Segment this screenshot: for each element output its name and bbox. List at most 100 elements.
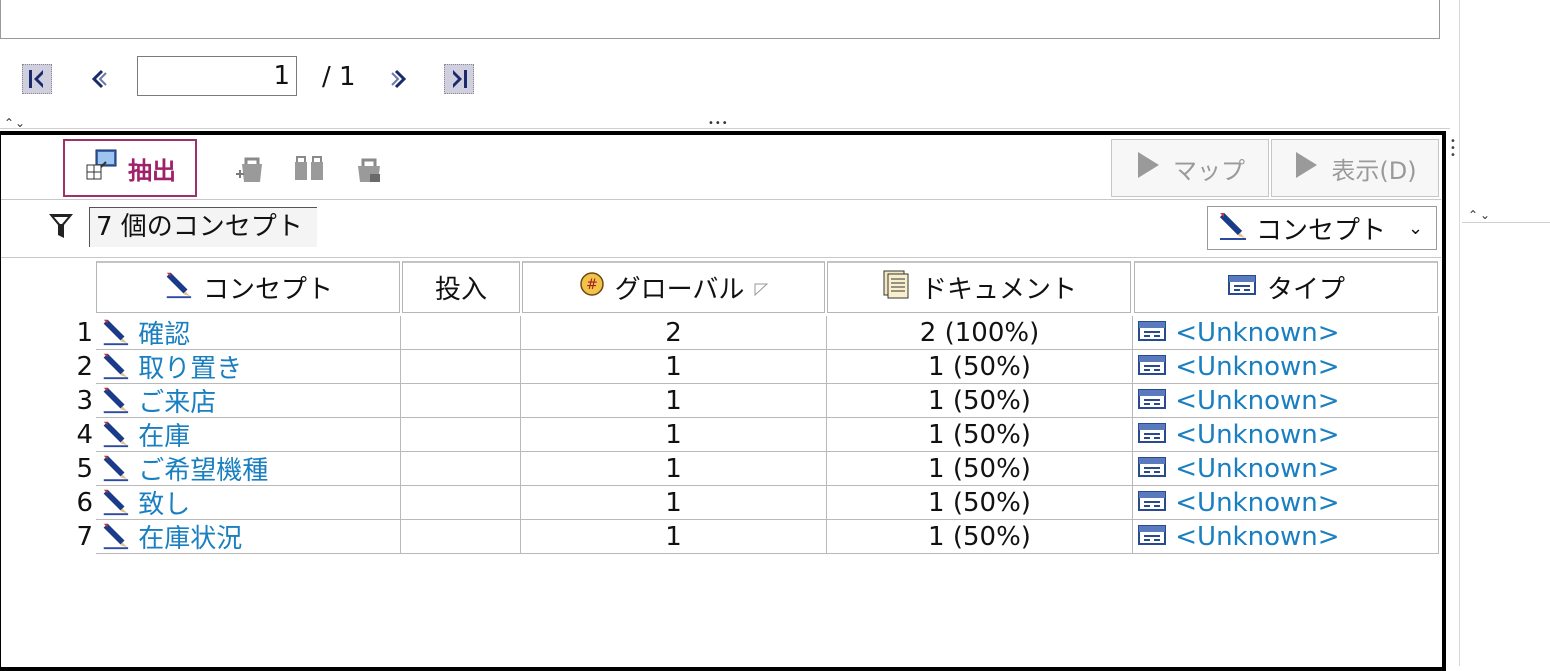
column-header-document[interactable]: ドキュメント — [827, 261, 1131, 313]
table-row[interactable]: 6 致し 1 1 (50%) <Unknown> — [1, 486, 1441, 520]
bucket-add-icon[interactable] — [233, 151, 269, 187]
column-header-input[interactable]: 投入 — [402, 261, 520, 313]
concept-cell[interactable]: 在庫 — [96, 418, 401, 452]
global-count-cell: 2 — [521, 316, 827, 350]
type-cell[interactable]: <Unknown> — [1133, 350, 1439, 384]
row-index: 4 — [76, 420, 93, 450]
collapse-expand-arrows-icon[interactable]: ⌃⌄ — [1468, 208, 1492, 222]
concept-link[interactable]: ご来店 — [138, 388, 216, 418]
document-count-cell: 1 (50%) — [827, 520, 1133, 554]
table-row[interactable]: 5 ご希望機種 1 1 (50%) <Unknown> — [1, 452, 1441, 486]
concept-link[interactable]: 確認 — [138, 320, 190, 350]
type-cell[interactable]: <Unknown> — [1133, 384, 1439, 418]
row-index: 3 — [76, 386, 93, 416]
rail-divider — [1462, 222, 1550, 223]
row-index: 7 — [76, 522, 93, 552]
document-count-cell: 1 (50%) — [827, 384, 1133, 418]
show-label: 表示(D) — [1331, 156, 1417, 185]
column-header-label: グローバル — [614, 275, 745, 305]
row-index: 1 — [76, 318, 93, 348]
results-pane-top — [0, 0, 1440, 39]
column-header-label: 投入 — [434, 275, 487, 305]
view-select-label: コンセプト — [1256, 215, 1387, 246]
page-number-input[interactable]: 1 — [137, 56, 297, 96]
column-header-label: コンセプト — [202, 275, 333, 305]
type-icon — [1137, 317, 1167, 351]
filter-bar: 7 個のコンセプト コンセプト ⌄ — [1, 199, 1441, 258]
concept-link[interactable]: 在庫状況 — [138, 524, 242, 554]
row-index: 2 — [76, 352, 93, 382]
filter-icon[interactable] — [47, 211, 75, 245]
column-header-label: ドキュメント — [920, 275, 1077, 305]
bucket-merge-icon[interactable] — [291, 151, 327, 187]
table-row[interactable]: 7 在庫状況 1 1 (50%) <Unknown> — [1, 520, 1441, 554]
pencil-icon — [163, 269, 193, 306]
map-button[interactable]: マップ — [1111, 139, 1269, 197]
table-row[interactable]: 2 取り置き 1 1 (50%) <Unknown> — [1, 350, 1441, 384]
splitter[interactable] — [0, 128, 1450, 129]
concept-cell[interactable]: ご希望機種 — [96, 452, 401, 486]
global-count-cell: 1 — [521, 418, 827, 452]
concept-link[interactable]: 致し — [138, 490, 190, 520]
play-icon — [1293, 150, 1319, 186]
document-count-cell: 1 (50%) — [827, 418, 1133, 452]
next-page-icon[interactable] — [384, 64, 414, 94]
type-icon — [1137, 419, 1167, 453]
row-index: 6 — [76, 488, 93, 518]
type-link[interactable]: <Unknown> — [1175, 386, 1339, 416]
table-row[interactable]: 4 在庫 1 1 (50%) <Unknown> — [1, 418, 1441, 452]
concept-cell[interactable]: 在庫状況 — [96, 520, 401, 554]
input-cell — [401, 486, 521, 520]
type-link[interactable]: <Unknown> — [1175, 420, 1339, 450]
last-page-icon[interactable] — [444, 64, 474, 94]
concept-link[interactable]: 取り置き — [138, 354, 242, 384]
input-cell — [401, 384, 521, 418]
type-link[interactable]: <Unknown> — [1175, 522, 1339, 552]
type-link[interactable]: <Unknown> — [1175, 352, 1339, 382]
type-cell[interactable]: <Unknown> — [1133, 486, 1439, 520]
type-link[interactable]: <Unknown> — [1175, 454, 1339, 484]
input-cell — [401, 316, 521, 350]
view-select-dropdown[interactable]: コンセプト ⌄ — [1207, 206, 1437, 250]
pencil-icon — [1216, 209, 1248, 248]
concept-cell[interactable]: 確認 — [96, 316, 401, 350]
type-icon — [1227, 273, 1257, 303]
row-index: 5 — [76, 454, 93, 484]
input-cell — [401, 418, 521, 452]
table-row[interactable]: 1 確認 2 2 (100%) <Unknown> — [1, 316, 1441, 350]
hash-icon: # — [579, 271, 605, 304]
table-row[interactable]: 3 ご来店 1 1 (50%) <Unknown> — [1, 384, 1441, 418]
type-icon — [1137, 521, 1167, 555]
concept-link[interactable]: ご希望機種 — [138, 456, 268, 486]
pencil-icon — [100, 520, 130, 559]
first-page-icon[interactable] — [22, 64, 52, 94]
input-cell — [401, 350, 521, 384]
document-count-cell: 1 (50%) — [827, 350, 1133, 384]
column-header-concept[interactable]: コンセプト — [96, 261, 400, 313]
vertical-grip-icon[interactable]: • • • — [1450, 137, 1456, 161]
bucket-lock-icon[interactable] — [351, 151, 387, 187]
type-icon — [1137, 385, 1167, 419]
extract-label: 抽出 — [128, 156, 176, 185]
concept-cell[interactable]: ご来店 — [96, 384, 401, 418]
type-link[interactable]: <Unknown> — [1175, 318, 1339, 348]
type-icon — [1137, 453, 1167, 487]
pager: 1 / 1 — [0, 52, 1450, 102]
prev-page-icon[interactable] — [84, 64, 114, 94]
column-header-type[interactable]: タイプ — [1134, 261, 1438, 313]
concept-cell[interactable]: 取り置き — [96, 350, 401, 384]
column-header-global[interactable]: # グローバル — [522, 261, 825, 313]
concept-panel: 抽出 マップ 表示(D) 7 個のコンセプト コンセプト ⌄ コンセプト 投入 … — [0, 131, 1446, 671]
type-link[interactable]: <Unknown> — [1175, 488, 1339, 518]
extract-icon — [84, 147, 120, 189]
type-cell[interactable]: <Unknown> — [1133, 316, 1439, 350]
type-cell[interactable]: <Unknown> — [1133, 520, 1439, 554]
document-count-cell: 2 (100%) — [827, 316, 1133, 350]
concept-cell[interactable]: 致し — [96, 486, 401, 520]
extract-button[interactable]: 抽出 — [63, 139, 197, 197]
type-cell[interactable]: <Unknown> — [1133, 452, 1439, 486]
input-cell — [401, 520, 521, 554]
type-cell[interactable]: <Unknown> — [1133, 418, 1439, 452]
concept-link[interactable]: 在庫 — [138, 422, 190, 452]
show-button[interactable]: 表示(D) — [1271, 139, 1439, 197]
